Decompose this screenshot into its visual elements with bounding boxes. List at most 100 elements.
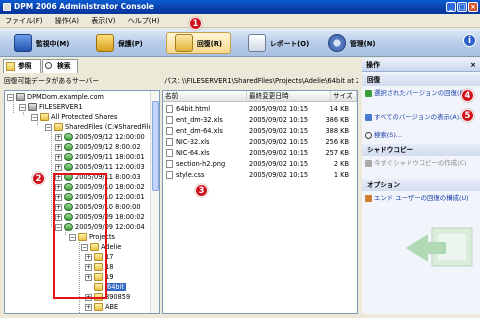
expand-icon[interactable]: + [55, 143, 62, 151]
column-header-size[interactable]: サイズ [331, 91, 357, 102]
tree-node-snapshot[interactable]: +2005/09/12 8:00:02 [55, 142, 141, 152]
minimize-button[interactable]: _ [446, 2, 456, 12]
expand-icon[interactable]: + [55, 163, 62, 171]
tab-protection-label: 保護(P) [118, 40, 143, 48]
action-label: 今すぐシャドウコピーの作成(C) [374, 159, 467, 167]
tab-browse[interactable]: 参照 [3, 59, 41, 73]
tree-node-folder[interactable]: + ABE [85, 302, 118, 312]
file-name: 64bit.html [176, 105, 211, 113]
folder-icon [94, 303, 103, 311]
expand-icon[interactable]: + [85, 303, 92, 311]
app-icon [3, 3, 11, 11]
menu-view[interactable]: 表示(V) [86, 14, 120, 28]
nav-bar: 監視中(M) 保護(P) 回復(R) レポート(O) 管理(N) i [0, 29, 480, 57]
tab-reporting-label: レポート(O) [270, 40, 310, 48]
file-row[interactable]: NIC-32.xls 2005/09/02 10:15 256 KB [163, 137, 353, 147]
file-modified: 2005/09/02 10:15 [249, 160, 309, 168]
file-row[interactable]: ent_dm-64.xls 2005/09/02 10:15 388 KB [163, 126, 353, 136]
action-label: すべてのバージョンの表示(A)... [374, 113, 466, 121]
action-label: エンド ユーザーの回復の構成(U) [374, 194, 469, 202]
file-row[interactable]: ent_dm-32.xls 2005/09/02 10:15 386 KB [163, 115, 353, 125]
sub-tab-bar: 参照 検索 [0, 58, 360, 74]
tab-management-label: 管理(N) [350, 40, 376, 48]
tree-node-domain[interactable]: − DPMDom.example.com [7, 92, 104, 102]
tree-node-snapshot[interactable]: +2005/09/11 18:00:01 [55, 152, 145, 162]
configure-end-user-recovery-link[interactable]: エンド ユーザーの回復の構成(U) [362, 193, 480, 204]
tree-node-snapshot[interactable]: +2005/09/11 12:00:03 [55, 162, 145, 172]
tab-recovery[interactable]: 回復(R) [166, 32, 232, 54]
callout-marker-1: 1 [189, 17, 202, 30]
file-size: 388 KB [325, 127, 349, 135]
tree-node-share[interactable]: − SharedFiles (C:¥SharedFiles) [45, 122, 159, 132]
collapse-icon[interactable]: − [7, 93, 14, 101]
tab-management[interactable]: 管理(N) [328, 32, 376, 54]
tab-search[interactable]: 検索 [42, 59, 78, 73]
close-button[interactable]: × [468, 2, 478, 12]
scroll-thumb[interactable] [152, 101, 159, 191]
callout-marker-3: 3 [195, 184, 208, 197]
file-list[interactable]: 名前 最終変更日時 サイズ 64bit.html 2005/09/02 10:15… [162, 90, 358, 314]
file-row[interactable]: NIC-64.xls 2005/09/02 10:15 257 KB [163, 148, 353, 158]
tab-protection[interactable]: 保護(P) [96, 32, 143, 54]
file-size: 386 KB [325, 116, 349, 124]
file-icon [166, 116, 173, 124]
recovery-point-icon [64, 143, 73, 151]
folder-icon [6, 62, 15, 71]
tree-node-snapshot[interactable]: +2005/09/12 12:00:00 [55, 132, 145, 142]
tree-scrollbar[interactable] [150, 91, 159, 313]
actions-title: 操作 [366, 61, 380, 69]
file-size: 14 KB [329, 105, 349, 113]
section-recovery: 回復 [362, 74, 480, 86]
title-bar: DPM 2006 Administrator Console _ □ × [0, 0, 480, 14]
users-icon [365, 195, 372, 202]
tree-node-server[interactable]: − FILESERVER1 [19, 102, 83, 112]
file-row[interactable]: 64bit.html 2005/09/02 10:15 14 KB [163, 104, 353, 114]
tree-label: 2005/09/12 12:00:00 [75, 133, 145, 141]
recovery-point-icon [64, 163, 73, 171]
collapse-icon[interactable]: − [45, 123, 52, 131]
search-icon [365, 132, 372, 139]
tree-label: All Protected Shares [51, 113, 118, 121]
server-tree[interactable]: − DPMDom.example.com − FILESERVER1 − All Pr… [4, 90, 160, 314]
file-row[interactable]: style.css 2005/09/02 10:15 1 KB [163, 170, 353, 180]
expand-icon[interactable]: + [55, 133, 62, 141]
collapse-icon[interactable]: − [31, 113, 38, 121]
file-modified: 2005/09/02 10:15 [249, 138, 309, 146]
action-label: 選択されたバージョンの回復(R)... [374, 89, 473, 97]
file-name: section-h2.png [176, 160, 226, 168]
column-header-modified[interactable]: 最終変更日時 [247, 91, 331, 102]
window-title: DPM 2006 Administrator Console [14, 2, 154, 11]
tree-label: 2005/09/12 8:00:02 [75, 143, 141, 151]
recovery-icon [175, 34, 193, 52]
file-row[interactable]: section-h2.png 2005/09/02 10:15 2 KB [163, 159, 353, 169]
menu-help[interactable]: ヘルプ(H) [123, 14, 165, 28]
file-size: 2 KB [333, 160, 349, 168]
tree-label: 2005/09/11 18:00:01 [75, 153, 145, 161]
menu-action[interactable]: 操作(A) [50, 14, 84, 28]
file-icon [166, 127, 173, 135]
file-name: ent_dm-64.xls [176, 127, 223, 135]
file-name: NIC-64.xls [176, 149, 210, 157]
tab-monitoring[interactable]: 監視中(M) [14, 32, 69, 54]
column-header-name[interactable]: 名前 [163, 91, 247, 102]
tab-reporting[interactable]: レポート(O) [248, 32, 309, 54]
server-icon [28, 103, 37, 111]
maximize-button[interactable]: □ [457, 2, 467, 12]
gear-icon [328, 34, 346, 52]
info-icon[interactable]: i [463, 34, 476, 47]
report-icon [248, 34, 266, 52]
menu-file[interactable]: ファイル(F) [0, 14, 48, 28]
tree-node-protected-shares[interactable]: − All Protected Shares [31, 112, 117, 122]
collapse-icon[interactable]: − [19, 103, 26, 111]
file-icon [166, 171, 173, 179]
recover-icon [365, 90, 372, 97]
tree-label: SharedFiles (C:¥SharedFiles) [65, 123, 159, 131]
close-pane-icon[interactable]: × [470, 58, 476, 72]
search-link[interactable]: 検索(S)... [362, 130, 480, 141]
folder-icon [54, 123, 63, 131]
recovery-point-icon [64, 133, 73, 141]
tab-search-label: 検索 [57, 62, 71, 70]
callout-marker-2: 2 [32, 172, 45, 185]
expand-icon[interactable]: + [55, 153, 62, 161]
create-shadow-copy-link[interactable]: 今すぐシャドウコピーの作成(C) [362, 158, 480, 169]
